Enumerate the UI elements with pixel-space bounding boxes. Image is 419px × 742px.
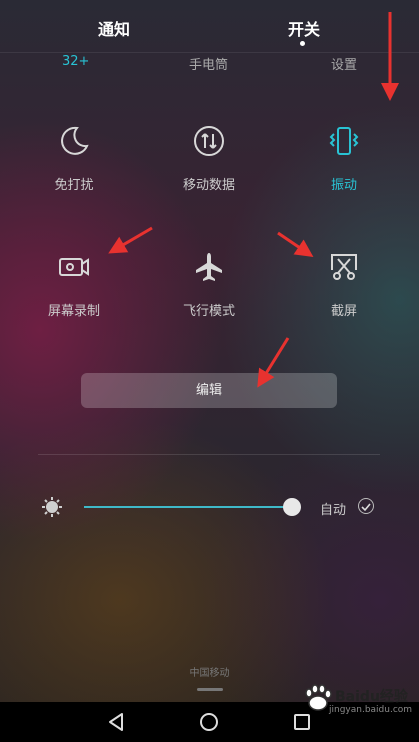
toggle-airplane-mode[interactable]: 飞行模式 [159, 250, 259, 319]
watermark-brand: Baidu经验 [335, 689, 408, 705]
airplane-icon [196, 253, 222, 281]
mobile-data-icon [194, 126, 224, 156]
back-icon[interactable] [106, 712, 126, 732]
toggle-label: 振动 [330, 178, 357, 193]
toggle-screenshot[interactable]: 截屏 [294, 250, 394, 319]
carrier-name: 中国移动 [189, 668, 230, 679]
edit-button[interactable]: 编辑 [81, 373, 337, 408]
moon-icon [61, 126, 89, 155]
active-tab-indicator [300, 41, 305, 46]
watermark-url: jingyan.baidu.com [329, 705, 413, 715]
toggle-screen-record[interactable]: 屏幕录制 [24, 250, 124, 319]
vibrate-icon [329, 127, 359, 155]
drag-handle[interactable] [197, 688, 223, 691]
baidu-watermark: Baidu经验 jingyan.baidu.com [295, 682, 413, 720]
notification-count-badge: 32+ [62, 54, 90, 69]
arrow-to-screen-record [108, 226, 153, 254]
tab-switches[interactable]: 开关 [288, 16, 320, 40]
brightness-slider-thumb[interactable] [283, 498, 301, 516]
brightness-slider-track[interactable] [84, 506, 292, 508]
toggle-label: 屏幕录制 [47, 304, 100, 319]
annotation-arrows [108, 12, 399, 388]
toggle-vibrate[interactable]: 振动 [294, 124, 394, 193]
section-divider [38, 454, 380, 455]
tab-notifications[interactable]: 通知 [98, 16, 130, 40]
toggle-label: 截屏 [330, 304, 357, 319]
home-icon[interactable] [199, 712, 219, 732]
header-divider [0, 52, 419, 53]
toggle-label: 移动数据 [182, 178, 235, 193]
check-icon [361, 503, 371, 512]
screen-record-icon [59, 258, 89, 276]
auto-brightness-label: 自动 [320, 503, 347, 518]
toggle-label: 飞行模式 [182, 304, 235, 319]
flashlight-toggle-label[interactable]: 手电筒 [189, 54, 228, 73]
settings-toggle-label[interactable]: 设置 [331, 54, 357, 73]
toggle-mobile-data[interactable]: 移动数据 [159, 124, 259, 193]
auto-brightness-checkbox[interactable] [358, 498, 374, 514]
toggle-do-not-disturb[interactable]: 免打扰 [24, 124, 124, 193]
screenshot-icon [331, 254, 357, 280]
tab-header: 通知 开关 [0, 0, 419, 53]
toggle-label: 免打扰 [54, 178, 94, 193]
brightness-icon [42, 497, 62, 517]
